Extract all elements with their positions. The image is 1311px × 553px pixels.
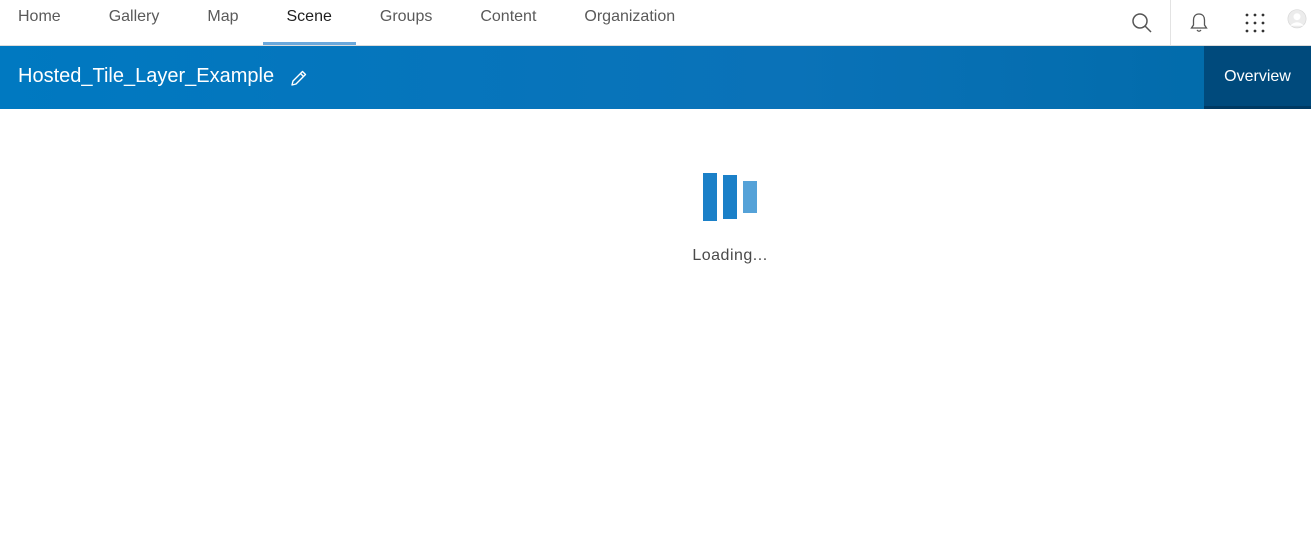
app-launcher-button[interactable]	[1227, 0, 1283, 45]
top-navigation: Home Gallery Map Scene Groups Content Or…	[0, 0, 1311, 46]
apps-grid-icon	[1245, 13, 1265, 32]
nav-tabs: Home Gallery Map Scene Groups Content Or…	[0, 0, 699, 45]
loader-bar	[723, 175, 737, 219]
search-button[interactable]	[1114, 0, 1170, 45]
item-title-bar: Hosted_Tile_Layer_Example Overview	[0, 46, 1311, 109]
user-avatar-icon	[1287, 9, 1307, 29]
loader-bar	[703, 173, 717, 221]
item-title: Hosted_Tile_Layer_Example	[18, 65, 275, 87]
loading-spinner	[703, 173, 763, 223]
search-icon	[1132, 12, 1152, 33]
bell-icon	[1190, 12, 1208, 32]
edit-pencil-icon[interactable]	[289, 68, 309, 88]
tab-organization[interactable]: Organization	[560, 0, 699, 45]
overview-tab[interactable]: Overview	[1204, 46, 1311, 109]
loading-text: Loading...	[692, 247, 768, 264]
notifications-button[interactable]	[1171, 0, 1227, 45]
avatar[interactable]	[1283, 0, 1311, 45]
tab-scene[interactable]: Scene	[262, 0, 357, 45]
nav-icons	[1114, 0, 1311, 45]
loader-bar	[743, 181, 757, 213]
tab-gallery[interactable]: Gallery	[85, 0, 184, 45]
tab-map[interactable]: Map	[183, 0, 262, 45]
tab-groups[interactable]: Groups	[356, 0, 456, 45]
tab-home[interactable]: Home	[0, 0, 85, 45]
tab-content[interactable]: Content	[456, 0, 560, 45]
